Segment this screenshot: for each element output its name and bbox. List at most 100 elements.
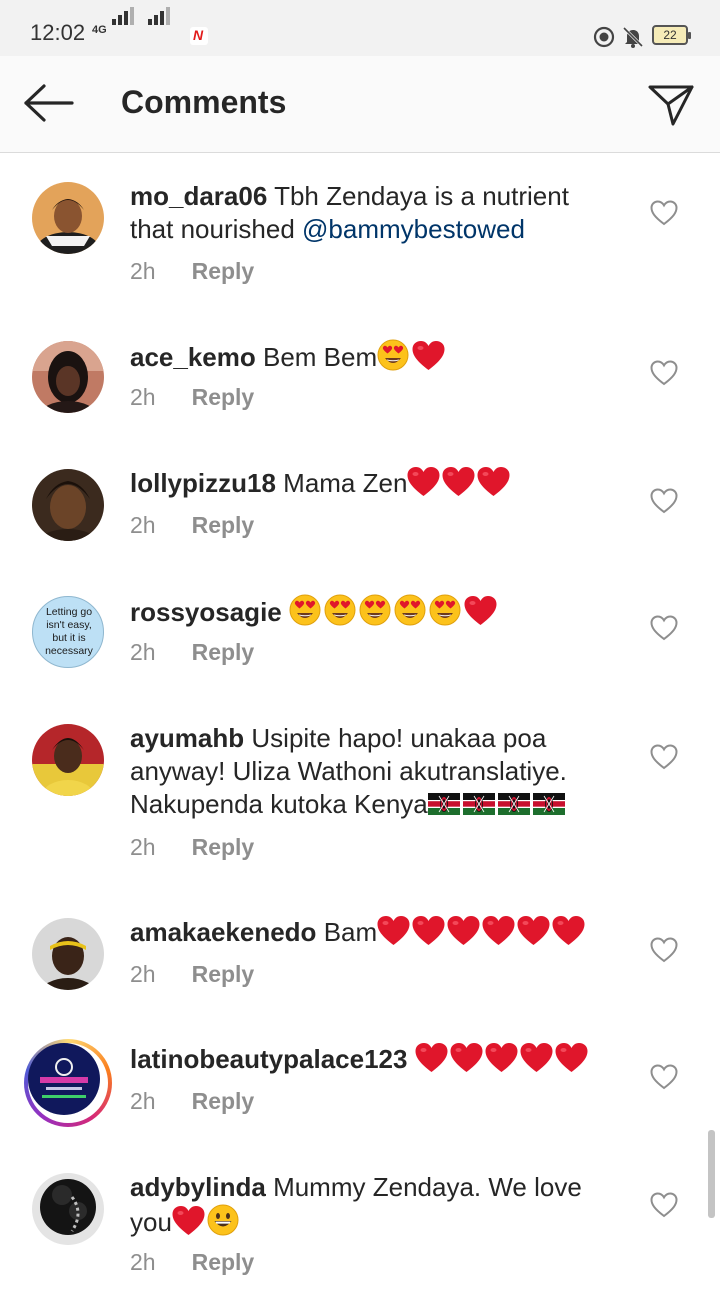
comment-username[interactable]: latinobeautypalace123 [130, 1044, 407, 1074]
like-heart-icon[interactable] [650, 200, 678, 226]
heart-eyes-emoji [394, 594, 426, 626]
network-type: 4G [92, 24, 107, 36]
kenya-flag-emoji [463, 793, 495, 815]
red-heart-emoji [464, 596, 497, 626]
comment-username[interactable]: adybylinda [130, 1172, 266, 1202]
comment-meta: 2h Reply [130, 1249, 254, 1276]
mute-bell-icon [622, 26, 644, 48]
comment-username[interactable]: rossyosagie [130, 597, 282, 627]
comment-username[interactable]: ace_kemo [130, 342, 256, 372]
avatar[interactable] [32, 724, 104, 796]
comment-time: 2h [130, 384, 156, 410]
red-heart-emoji [412, 341, 445, 371]
comment-username[interactable]: lollypizzu18 [130, 468, 276, 498]
red-heart-emoji [415, 1043, 448, 1073]
scrollbar-thumb[interactable] [708, 1130, 715, 1218]
comment-time: 2h [130, 1249, 156, 1275]
battery-indicator: 22 [652, 25, 691, 45]
comment-message: Bam [323, 917, 378, 947]
avatar[interactable] [32, 1173, 104, 1245]
page-title: Comments [121, 84, 287, 120]
news-app-icon [190, 27, 208, 45]
kenya-flag-emoji [428, 793, 460, 815]
red-heart-emoji [517, 916, 550, 946]
red-heart-emoji [447, 916, 480, 946]
red-heart-emoji [485, 1043, 518, 1073]
story-ring[interactable] [24, 1039, 112, 1127]
reply-button[interactable]: Reply [192, 384, 255, 410]
reply-button[interactable]: Reply [192, 961, 255, 987]
grinning-emoji [207, 1204, 239, 1236]
back-arrow-icon[interactable] [18, 81, 78, 125]
red-heart-emoji [442, 467, 475, 497]
comment-text: ace_kemo Bem Bem [130, 339, 600, 374]
avatar[interactable] [32, 341, 104, 413]
comment-text: latinobeautypalace123 [130, 1043, 600, 1076]
comment-meta: 2h Reply [130, 384, 254, 411]
heart-eyes-emoji [289, 594, 321, 626]
heart-eyes-emoji [324, 594, 356, 626]
like-heart-icon[interactable] [650, 615, 678, 641]
comment-mention[interactable]: @bammybestowed [302, 214, 525, 244]
avatar[interactable]: Letting go isn't easy, but it is necessa… [32, 596, 104, 668]
status-time: 12:02 [30, 20, 86, 45]
red-heart-emoji [172, 1206, 205, 1236]
comment-time: 2h [130, 1088, 156, 1114]
comment-text: mo_dara06 Tbh Zendaya is a nutrient that… [130, 180, 600, 246]
comment-time: 2h [130, 512, 156, 538]
comment-meta: 2h Reply [130, 639, 254, 666]
comment-time: 2h [130, 834, 156, 860]
comment-text: rossyosagie [130, 594, 600, 629]
comment-username[interactable]: amakaekenedo [130, 917, 316, 947]
avatar[interactable] [32, 918, 104, 990]
comment-meta: 2h Reply [130, 258, 254, 285]
comment-meta: 2h Reply [130, 961, 254, 988]
heart-eyes-emoji [377, 339, 409, 371]
reply-button[interactable]: Reply [192, 1088, 255, 1114]
kenya-flag-emoji [533, 793, 565, 815]
avatar[interactable] [28, 1043, 100, 1115]
comment-username[interactable]: mo_dara06 [130, 181, 267, 211]
comment-text: ayumahb Usipite hapo! unakaa poa anyway!… [130, 722, 600, 821]
like-heart-icon[interactable] [650, 360, 678, 386]
reply-button[interactable]: Reply [192, 639, 255, 665]
avatar[interactable] [32, 469, 104, 541]
reply-button[interactable]: Reply [192, 512, 255, 538]
comment-time: 2h [130, 961, 156, 987]
red-heart-emoji [552, 916, 585, 946]
red-heart-emoji [520, 1043, 553, 1073]
red-heart-emoji [412, 916, 445, 946]
like-heart-icon[interactable] [650, 488, 678, 514]
reply-button[interactable]: Reply [192, 1249, 255, 1275]
comment-time: 2h [130, 258, 156, 284]
reply-button[interactable]: Reply [192, 834, 255, 860]
red-heart-emoji [482, 916, 515, 946]
comment-message: Bem Bem [263, 342, 378, 372]
comment-meta: 2h Reply [130, 1088, 254, 1115]
avatar-quote-text: Letting go isn't easy, but it is necessa… [45, 606, 93, 657]
reply-button[interactable]: Reply [192, 258, 255, 284]
comment-message: Mama Zen [283, 468, 408, 498]
heart-eyes-emoji [429, 594, 461, 626]
comment-text: adybylinda Mummy Zendaya. We love you [130, 1171, 600, 1239]
avatar[interactable] [32, 182, 104, 254]
comment-username[interactable]: ayumahb [130, 723, 244, 753]
comment-meta: 2h Reply [130, 512, 254, 539]
red-heart-emoji [407, 467, 440, 497]
like-heart-icon[interactable] [650, 937, 678, 963]
red-heart-emoji [477, 467, 510, 497]
send-direct-icon[interactable] [645, 78, 697, 130]
comment-meta: 2h Reply [130, 834, 254, 861]
like-heart-icon[interactable] [650, 1192, 678, 1218]
comment-text: amakaekenedo Bam [130, 916, 600, 949]
like-heart-icon[interactable] [650, 744, 678, 770]
status-bar: 12:02 4G 22 [0, 0, 720, 56]
heart-eyes-emoji [359, 594, 391, 626]
app-header: Comments [0, 56, 720, 153]
like-heart-icon[interactable] [650, 1064, 678, 1090]
kenya-flag-emoji [498, 793, 530, 815]
focus-mode-icon [593, 26, 615, 48]
red-heart-emoji [450, 1043, 483, 1073]
red-heart-emoji [555, 1043, 588, 1073]
comment-time: 2h [130, 639, 156, 665]
